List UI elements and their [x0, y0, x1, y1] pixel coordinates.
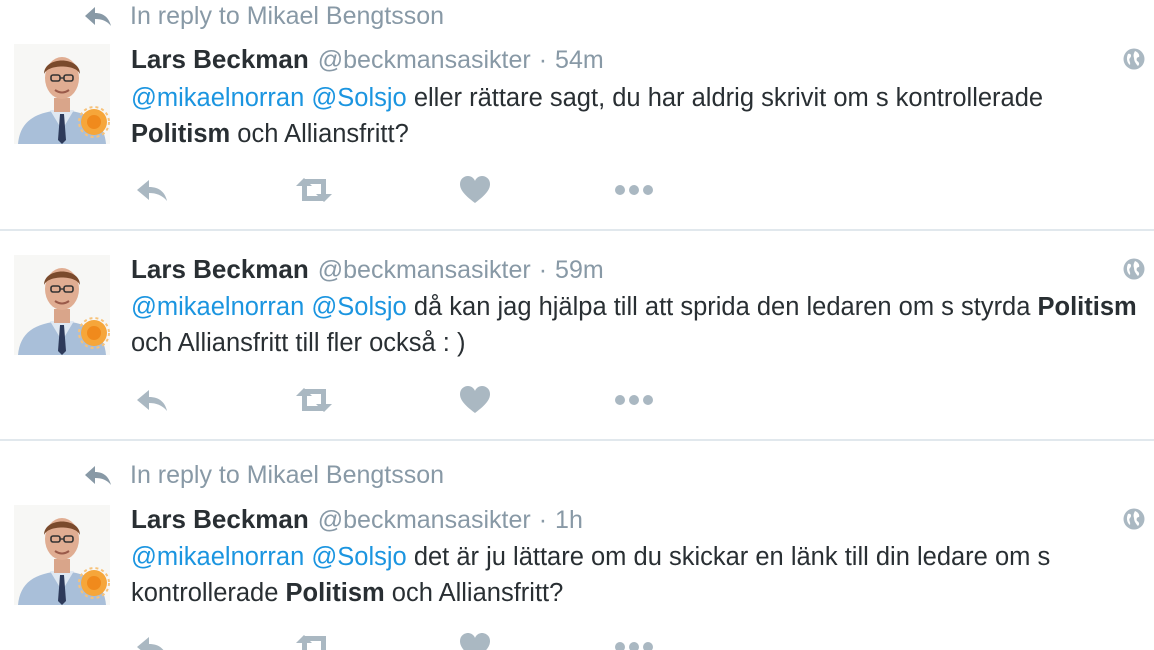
separator: ·: [538, 256, 548, 284]
tweet-header: Lars Beckman @beckmansasikter · 59m: [131, 254, 604, 285]
reply-icon: [137, 390, 167, 411]
retweet-icon: [296, 178, 332, 202]
tweet-text: @mikaelnorran @Solsjo eller rättare sagt…: [131, 80, 1146, 152]
timestamp[interactable]: 54m: [555, 46, 604, 75]
author-handle[interactable]: @beckmansasikter: [318, 256, 531, 285]
tweet[interactable]: In reply to Mikael Bengtsson Lars Beckma…: [0, 443, 1154, 650]
retweet-icon: [296, 388, 332, 412]
timestamp[interactable]: 1h: [555, 506, 583, 535]
like-icon: [460, 386, 490, 413]
more-icon: [615, 642, 653, 650]
tweet-actions: [132, 172, 672, 208]
separator: ·: [538, 506, 548, 534]
retweet-button[interactable]: [292, 382, 336, 418]
author-name[interactable]: Lars Beckman: [131, 44, 309, 75]
author-handle[interactable]: @beckmansasikter: [318, 506, 531, 535]
author-name[interactable]: Lars Beckman: [131, 254, 309, 285]
like-button[interactable]: [457, 172, 493, 208]
globe-icon: [1123, 508, 1145, 530]
more-button[interactable]: [612, 172, 656, 208]
tweet-text-part: och Alliansfritt till fler också : ): [131, 329, 466, 357]
globe-icon: [1123, 48, 1145, 70]
in-reply-to-text: In reply to Mikael Bengtsson: [130, 460, 445, 489]
globe-icon: [1123, 258, 1145, 280]
in-reply-to-context[interactable]: In reply to Mikael Bengtsson: [82, 460, 444, 490]
mention-link[interactable]: @Solsjo: [311, 543, 406, 571]
more-button[interactable]: [612, 382, 656, 418]
mention-link[interactable]: @Solsjo: [311, 84, 406, 112]
reply-button[interactable]: [132, 629, 172, 650]
timestamp[interactable]: 59m: [555, 256, 604, 285]
like-icon: [460, 176, 490, 203]
reply-icon: [137, 180, 167, 201]
mention-link[interactable]: @mikaelnorran: [131, 84, 304, 112]
reply-context-icon: [85, 7, 111, 26]
separator: ·: [538, 46, 548, 74]
tweet-text-bold: Politism: [131, 120, 231, 148]
tweet-text-part: och Alliansfritt?: [230, 120, 409, 148]
tweet[interactable]: Lars Beckman @beckmansasikter · 59m @mik…: [0, 233, 1154, 441]
retweet-button[interactable]: [292, 172, 336, 208]
more-button[interactable]: [612, 629, 656, 650]
tweet-text-part: eller rättare sagt, du har aldrig skrivi…: [406, 84, 1044, 112]
tweet-header: Lars Beckman @beckmansasikter · 54m: [131, 44, 604, 75]
reply-icon: [137, 637, 164, 650]
like-button[interactable]: [457, 629, 493, 650]
mention-link[interactable]: @mikaelnorran: [131, 293, 304, 321]
avatar[interactable]: [14, 44, 110, 144]
mention-link[interactable]: @Solsjo: [311, 293, 406, 321]
tweet-text: @mikaelnorran @Solsjo då kan jag hjälpa …: [131, 289, 1146, 361]
tweet[interactable]: In reply to Mikael Bengtsson Lars Beckma…: [0, 0, 1154, 231]
mention-link[interactable]: @mikaelnorran: [131, 543, 304, 571]
more-icon: [615, 185, 653, 195]
in-reply-to-context[interactable]: In reply to Mikael Bengtsson: [82, 1, 444, 31]
tweet-text: @mikaelnorran @Solsjo det är ju lättare …: [131, 539, 1146, 611]
tweet-text-part: och Alliansfritt?: [384, 579, 564, 607]
tweet-text-part: då kan jag hjälpa till att sprida den le…: [406, 293, 1038, 321]
tweet-actions: [132, 629, 672, 650]
reply-button[interactable]: [132, 382, 172, 418]
reply-button[interactable]: [132, 172, 172, 208]
tweet-text-bold: Politism: [1037, 293, 1137, 321]
like-icon: [460, 633, 490, 650]
like-button[interactable]: [457, 382, 493, 418]
retweet-icon: [296, 635, 326, 650]
tweet-actions: [132, 382, 672, 418]
avatar[interactable]: [14, 255, 110, 355]
author-name[interactable]: Lars Beckman: [131, 504, 309, 535]
author-handle[interactable]: @beckmansasikter: [318, 46, 531, 75]
in-reply-to-text: In reply to Mikael Bengtsson: [130, 1, 445, 30]
more-icon: [615, 395, 653, 405]
tweet-text-bold: Politism: [285, 579, 385, 607]
reply-context-icon: [85, 466, 111, 485]
avatar[interactable]: [14, 505, 110, 605]
tweet-header: Lars Beckman @beckmansasikter · 1h: [131, 504, 583, 535]
retweet-button[interactable]: [292, 629, 336, 650]
